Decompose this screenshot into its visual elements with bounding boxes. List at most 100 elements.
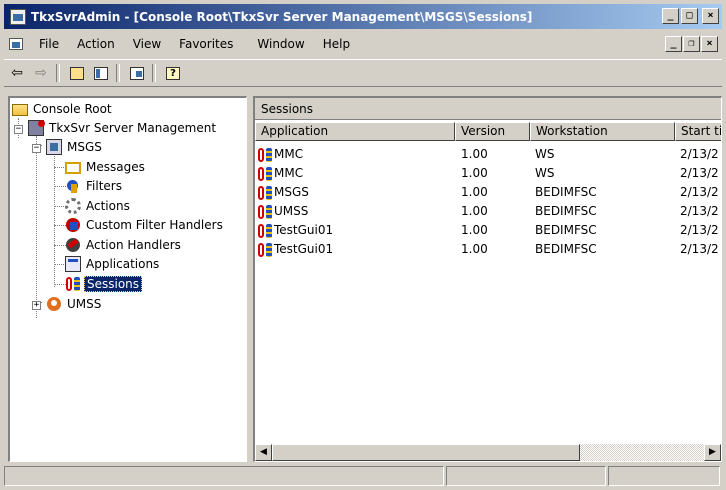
mdi-window-controls: _ ❐ × bbox=[665, 36, 718, 52]
cell-start-time: 2/13/2 bbox=[680, 242, 719, 256]
table-row[interactable]: UMSS 1.00 BEDIMFSC 2/13/2 bbox=[255, 202, 721, 221]
umss-server-icon bbox=[46, 296, 62, 312]
tree-item-label: Action Handlers bbox=[86, 238, 181, 252]
back-button[interactable]: ⇦ bbox=[6, 62, 28, 84]
column-header-workstation[interactable]: Workstation bbox=[530, 122, 675, 141]
forward-button[interactable]: ⇨ bbox=[30, 62, 52, 84]
menu-window[interactable]: Window bbox=[248, 34, 313, 54]
expand-toggle-umss[interactable]: + bbox=[32, 301, 41, 310]
mdi-minimize-button[interactable]: _ bbox=[665, 36, 682, 52]
horizontal-scrollbar[interactable]: ◀ ▶ bbox=[255, 444, 721, 461]
menu-favorites[interactable]: Favorites bbox=[170, 34, 242, 54]
app-window: TkxSvrAdmin - [Console Root\TkxSvr Serve… bbox=[0, 0, 726, 490]
tree-item-label: Actions bbox=[86, 199, 130, 213]
column-header-application[interactable]: Application bbox=[255, 122, 455, 141]
filters-icon bbox=[65, 178, 81, 194]
window-title: TkxSvrAdmin - [Console Root\TkxSvr Serve… bbox=[31, 9, 533, 24]
cell-application: TestGui01 bbox=[257, 221, 453, 240]
folder-icon bbox=[12, 104, 28, 116]
menu-file[interactable]: File bbox=[30, 34, 68, 54]
tree-item-filters[interactable]: Filters bbox=[65, 177, 124, 195]
tree-item-umss[interactable]: UMSS bbox=[46, 295, 103, 313]
status-bar bbox=[4, 466, 722, 488]
table-row[interactable]: MMC 1.00 WS 2/13/2 bbox=[255, 145, 721, 164]
cell-version: 1.00 bbox=[461, 166, 488, 180]
cell-workstation: WS bbox=[535, 166, 555, 180]
mdi-close-button[interactable]: × bbox=[701, 36, 718, 52]
menu-action[interactable]: Action bbox=[68, 34, 124, 54]
console-document-icon[interactable] bbox=[8, 36, 24, 52]
gear-icon bbox=[65, 198, 81, 214]
table-row[interactable]: MSGS 1.00 BEDIMFSC 2/13/2 bbox=[255, 183, 721, 202]
cell-version: 1.00 bbox=[461, 204, 488, 218]
cell-application: TestGui01 bbox=[257, 240, 453, 259]
collapse-toggle-msgs[interactable]: − bbox=[32, 144, 41, 153]
tree-item-label: MSGS bbox=[67, 140, 102, 154]
table-row[interactable]: TestGui01 1.00 BEDIMFSC 2/13/2 bbox=[255, 221, 721, 240]
mdi-restore-button[interactable]: ❐ bbox=[683, 36, 700, 52]
sessions-icon bbox=[65, 276, 81, 292]
table-row[interactable]: MMC 1.00 WS 2/13/2 bbox=[255, 164, 721, 183]
cell-version: 1.00 bbox=[461, 147, 488, 161]
session-icon bbox=[257, 185, 273, 201]
column-header-start-time[interactable]: Start ti bbox=[675, 122, 721, 141]
cell-start-time: 2/13/2 bbox=[680, 166, 719, 180]
maximize-button[interactable]: □ bbox=[681, 8, 698, 24]
status-panel-secondary bbox=[446, 466, 606, 486]
cell-application: UMSS bbox=[257, 202, 453, 221]
tree-item-server-management[interactable]: TkxSvr Server Management bbox=[28, 119, 218, 137]
menu-bar: File Action View Favorites Window Help _… bbox=[4, 33, 722, 55]
menu-help[interactable]: Help bbox=[314, 34, 359, 54]
tree-item-label: UMSS bbox=[67, 297, 102, 311]
collapse-toggle-server[interactable]: − bbox=[14, 125, 23, 134]
tree-connector bbox=[54, 154, 55, 287]
tree-item-label: TkxSvr Server Management bbox=[49, 121, 217, 135]
up-one-level-button[interactable] bbox=[66, 62, 88, 84]
msgs-server-icon bbox=[46, 139, 62, 155]
tree-item-action-handlers[interactable]: Action Handlers bbox=[65, 236, 183, 254]
help-button[interactable]: ? bbox=[162, 62, 184, 84]
scrollbar-thumb[interactable] bbox=[272, 444, 580, 461]
tree-item-msgs[interactable]: MSGS bbox=[46, 138, 104, 156]
applications-icon bbox=[65, 256, 81, 272]
tree-item-label: Console Root bbox=[33, 102, 112, 116]
tree-item-label: Messages bbox=[86, 160, 145, 174]
cell-version: 1.00 bbox=[461, 223, 488, 237]
minimize-button[interactable]: _ bbox=[662, 8, 679, 24]
column-header-version[interactable]: Version bbox=[455, 122, 530, 141]
cell-start-time: 2/13/2 bbox=[680, 147, 719, 161]
scroll-left-button[interactable]: ◀ bbox=[255, 444, 272, 461]
tree-item-applications[interactable]: Applications bbox=[65, 255, 161, 273]
app-icon bbox=[10, 8, 26, 25]
export-list-icon bbox=[130, 66, 144, 80]
server-icon bbox=[28, 120, 45, 136]
tree-item-actions[interactable]: Actions bbox=[65, 197, 132, 215]
tree-item-console-root[interactable]: Console Root bbox=[12, 100, 114, 118]
tree-item-label: Filters bbox=[86, 179, 122, 193]
cell-start-time: 2/13/2 bbox=[680, 204, 719, 218]
export-list-button[interactable] bbox=[126, 62, 148, 84]
cell-workstation: BEDIMFSC bbox=[535, 185, 597, 199]
pane-title: Sessions bbox=[255, 98, 721, 120]
tree-item-custom-filter-handlers[interactable]: Custom Filter Handlers bbox=[65, 216, 225, 234]
session-icon bbox=[257, 147, 273, 163]
scroll-right-button[interactable]: ▶ bbox=[704, 444, 721, 461]
cell-workstation: BEDIMFSC bbox=[535, 223, 597, 237]
cell-application: MMC bbox=[257, 164, 453, 183]
cell-workstation: WS bbox=[535, 147, 555, 161]
close-button[interactable]: × bbox=[702, 8, 719, 24]
title-bar[interactable]: TkxSvrAdmin - [Console Root\TkxSvr Serve… bbox=[4, 4, 722, 29]
toolbar-separator bbox=[56, 64, 60, 82]
menu-view[interactable]: View bbox=[124, 34, 170, 54]
cell-version: 1.00 bbox=[461, 242, 488, 256]
cell-workstation: BEDIMFSC bbox=[535, 204, 597, 218]
tree-item-messages[interactable]: Messages bbox=[65, 158, 147, 176]
tree-connector bbox=[36, 136, 37, 318]
tree-item-sessions[interactable]: Sessions bbox=[65, 275, 143, 293]
console-tree-icon bbox=[94, 66, 108, 80]
show-hide-tree-button[interactable] bbox=[90, 62, 112, 84]
tree-item-label: Custom Filter Handlers bbox=[86, 218, 223, 232]
table-row[interactable]: TestGui01 1.00 BEDIMFSC 2/13/2 bbox=[255, 240, 721, 259]
envelope-icon bbox=[65, 162, 81, 174]
console-tree[interactable]: Console Root − TkxSvr Server Management … bbox=[8, 96, 247, 462]
